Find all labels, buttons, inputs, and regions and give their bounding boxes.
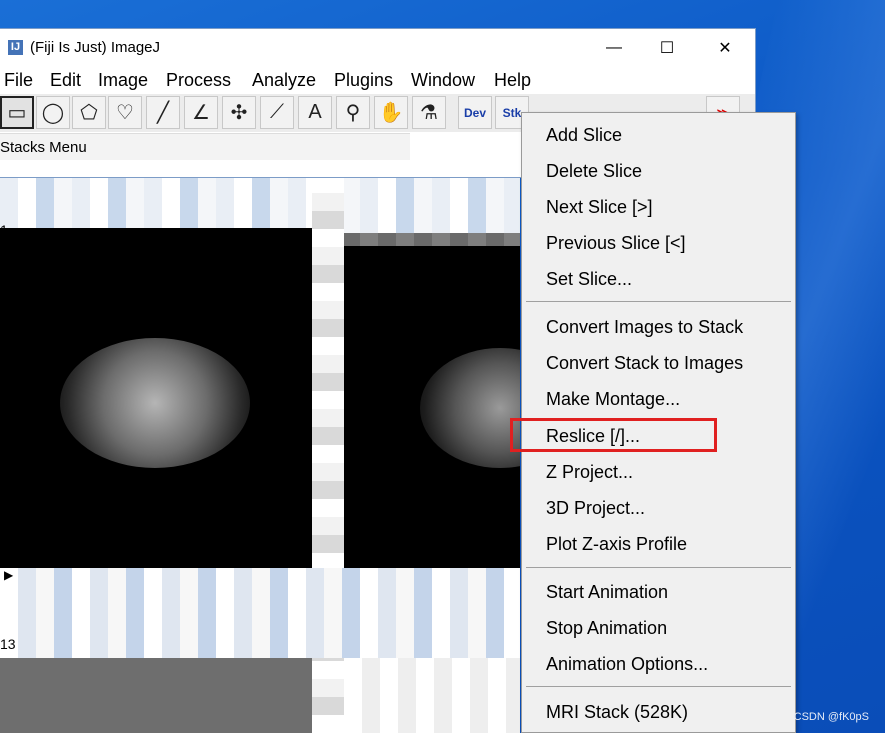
image-lower-left [0, 658, 312, 733]
reslice-highlight-box [510, 418, 717, 452]
imagej-app-icon: IJ [8, 40, 23, 55]
image-windows[interactable]: ▶ 1 13 [0, 178, 520, 733]
image-window-header [0, 178, 520, 233]
status-text: Stacks Menu [0, 139, 87, 156]
polygon-tool-icon[interactable]: ⬠ [72, 96, 106, 129]
wand-tool-icon[interactable]: ⟋ [260, 96, 294, 129]
dev-menu-button[interactable]: Dev [458, 96, 492, 129]
window-title: (Fiji Is Just) ImageJ [30, 39, 161, 56]
menu-item-start-animation[interactable]: Start Animation [546, 582, 668, 603]
status-bar: Stacks Menu [0, 133, 410, 160]
image-window-lower-header [0, 568, 520, 658]
zoom-tool-icon[interactable]: ⚲ [336, 96, 370, 129]
text-tool-icon[interactable]: A [298, 96, 332, 129]
menu-plugins[interactable]: Plugins [334, 70, 393, 91]
freehand-tool-icon[interactable]: ♡ [108, 96, 142, 129]
menu-item-convert-images-to-stack[interactable]: Convert Images to Stack [546, 317, 743, 338]
slice-number-bottom: 13 [0, 636, 16, 652]
close-button[interactable]: ✕ [703, 35, 747, 61]
menu-image[interactable]: Image [98, 70, 148, 91]
menu-window[interactable]: Window [411, 70, 475, 91]
line-tool-icon[interactable]: ╱ [146, 96, 180, 129]
menu-item-plot-z-axis-profile[interactable]: Plot Z-axis Profile [546, 534, 687, 555]
mri-slice-left [60, 338, 250, 468]
menu-item-stop-animation[interactable]: Stop Animation [546, 618, 667, 639]
dropper-tool-icon[interactable]: ⚗ [412, 96, 446, 129]
menu-separator [526, 567, 791, 568]
angle-tool-icon[interactable]: ∠ [184, 96, 218, 129]
slice-number-top: 1 [0, 222, 8, 238]
menu-item-animation-options[interactable]: Animation Options... [546, 654, 708, 675]
point-tool-icon[interactable]: ✣ [222, 96, 256, 129]
menu-help[interactable]: Help [494, 70, 531, 91]
menu-item-next-slice[interactable]: Next Slice [>] [546, 197, 653, 218]
menu-item-previous-slice[interactable]: Previous Slice [<] [546, 233, 686, 254]
image-lower-right [344, 658, 520, 733]
menu-item-set-slice[interactable]: Set Slice... [546, 269, 632, 290]
watermark: CSDN @fK0pS [793, 711, 869, 723]
minimize-button[interactable]: — [592, 35, 636, 61]
menu-edit[interactable]: Edit [50, 70, 81, 91]
maximize-button[interactable]: ☐ [645, 35, 689, 61]
menu-bar: File Edit Image Process Analyze Plugins … [0, 67, 755, 93]
menu-item-make-montage[interactable]: Make Montage... [546, 389, 680, 410]
menu-item-mri-stack[interactable]: MRI Stack (528K) [546, 702, 688, 723]
menu-item-add-slice[interactable]: Add Slice [546, 125, 622, 146]
menu-item-delete-slice[interactable]: Delete Slice [546, 161, 642, 182]
menu-analyze[interactable]: Analyze [252, 70, 316, 91]
title-bar[interactable]: IJ (Fiji Is Just) ImageJ — ☐ ✕ [0, 29, 755, 67]
oval-tool-icon[interactable]: ◯ [36, 96, 70, 129]
menu-process[interactable]: Process [166, 70, 231, 91]
play-icon[interactable]: ▶ [4, 568, 13, 582]
menu-item-convert-stack-to-images[interactable]: Convert Stack to Images [546, 353, 743, 374]
menu-file[interactable]: File [4, 70, 33, 91]
menu-item-z-project[interactable]: Z Project... [546, 462, 633, 483]
hand-tool-icon[interactable]: ✋ [374, 96, 408, 129]
rectangle-tool-icon[interactable]: ▭ [0, 96, 34, 129]
menu-separator [526, 301, 791, 302]
menu-separator [526, 686, 791, 687]
menu-item-3d-project[interactable]: 3D Project... [546, 498, 645, 519]
